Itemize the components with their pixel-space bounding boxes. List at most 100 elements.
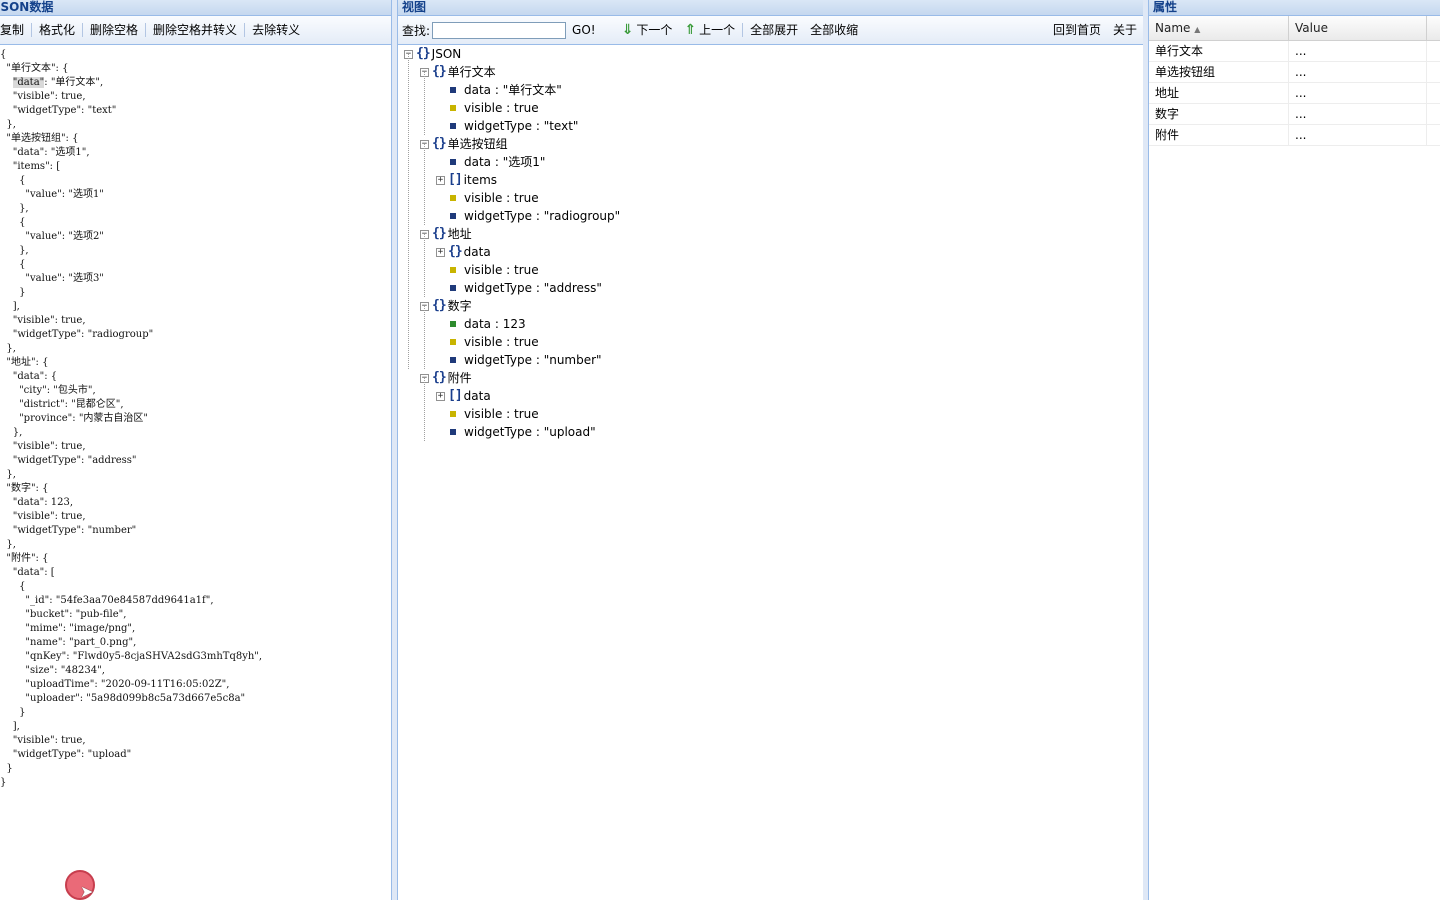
property-value[interactable]: ... bbox=[1289, 41, 1427, 61]
prev-button[interactable]: ⇑ 上一个 bbox=[678, 16, 741, 45]
tree-node[interactable]: −{} 地址 bbox=[420, 225, 472, 243]
tree-node[interactable]: −{} 单选按钮组 bbox=[420, 135, 508, 153]
value-column-header[interactable]: Value bbox=[1289, 16, 1427, 40]
property-panel: 属性 Name ▲ Value 单行文本... 单选按钮组... 地址... 数字..… bbox=[1148, 0, 1440, 900]
tree-node-label: 单行文本 bbox=[447, 65, 496, 79]
tree-node[interactable]: +[] items bbox=[436, 171, 497, 189]
tree-node[interactable]: widgetType : "radiogroup" bbox=[446, 207, 620, 225]
object-braces-icon: {} bbox=[432, 370, 447, 385]
tree-node[interactable]: widgetType : "upload" bbox=[446, 423, 596, 441]
tree-node[interactable]: visible : true bbox=[446, 99, 539, 117]
property-value[interactable]: ... bbox=[1289, 104, 1427, 124]
property-row[interactable]: 单选按钮组... bbox=[1149, 62, 1440, 83]
tree-node-label: widgetType : "upload" bbox=[464, 425, 596, 439]
code-line: "数字": { bbox=[0, 483, 49, 494]
code-line: "附件": { bbox=[0, 553, 49, 564]
property-value[interactable]: ... bbox=[1289, 62, 1427, 82]
tree-node-label: widgetType : "address" bbox=[464, 281, 602, 295]
tree-node[interactable]: −{} JSON bbox=[404, 45, 461, 63]
code-line: }, bbox=[0, 469, 16, 480]
property-row[interactable]: 地址... bbox=[1149, 83, 1440, 104]
tree-node[interactable]: widgetType : "address" bbox=[446, 279, 602, 297]
remove-spaces-button[interactable]: 删除空格 bbox=[84, 16, 144, 45]
leaf-value-icon bbox=[450, 195, 456, 201]
code-line: "visible": true, bbox=[0, 91, 86, 102]
go-button[interactable]: GO! bbox=[572, 23, 596, 37]
name-column-header[interactable]: Name ▲ bbox=[1149, 16, 1289, 40]
tree-node-label: widgetType : "text" bbox=[464, 119, 579, 133]
code-line: } bbox=[0, 777, 7, 788]
expand-all-button[interactable]: 全部展开 bbox=[744, 16, 804, 45]
leaf-value-icon bbox=[450, 321, 456, 327]
json-text-editor[interactable]: { "单行文本": { "data": "单行文本", "visible": t… bbox=[0, 45, 391, 790]
arrow-up-icon: ⇑ bbox=[684, 21, 697, 38]
property-name: 数字 bbox=[1149, 104, 1289, 124]
unescape-button[interactable]: 去除转义 bbox=[246, 16, 306, 45]
tree-node[interactable]: widgetType : "number" bbox=[446, 351, 602, 369]
tree-node[interactable]: visible : true bbox=[446, 189, 539, 207]
json-toolbar: 复制 格式化 删除空格 删除空格并转义 去除转义 bbox=[0, 16, 391, 45]
tree-node-label: data : "单行文本" bbox=[464, 83, 562, 97]
arrow-down-icon: ⇓ bbox=[621, 21, 634, 38]
tree-guide-line bbox=[424, 144, 425, 225]
tree-node[interactable]: widgetType : "text" bbox=[446, 117, 578, 135]
search-label: 查找: bbox=[402, 23, 431, 38]
tree-node[interactable]: data : 123 bbox=[446, 315, 526, 333]
property-row[interactable]: 附件... bbox=[1149, 125, 1440, 146]
tree-node[interactable]: visible : true bbox=[446, 405, 539, 423]
object-braces-icon: {} bbox=[416, 46, 431, 61]
code-line: "visible": true, bbox=[0, 735, 86, 746]
object-braces-icon: {} bbox=[432, 226, 447, 241]
collapse-all-button[interactable]: 全部收缩 bbox=[804, 16, 864, 45]
tree-node[interactable]: visible : true bbox=[446, 261, 539, 279]
search-input[interactable] bbox=[432, 21, 567, 39]
tree-node[interactable]: −{} 附件 bbox=[420, 369, 472, 387]
copy-button[interactable]: 复制 bbox=[0, 16, 30, 45]
remove-spaces-escape-button[interactable]: 删除空格并转义 bbox=[147, 16, 243, 45]
code-line: "visible": true, bbox=[0, 315, 86, 326]
property-row[interactable]: 单行文本... bbox=[1149, 41, 1440, 62]
tree-node[interactable]: visible : true bbox=[446, 333, 539, 351]
code-line: "bucket": "pub-file", bbox=[0, 609, 127, 620]
code-line: "uploader": "5a98d099b8c5a73d667e5c8a" bbox=[0, 693, 246, 704]
code-line: ], bbox=[0, 301, 20, 312]
code-line: "widgetType": "address" bbox=[0, 455, 137, 466]
code-line: } bbox=[0, 707, 26, 718]
leaf-value-icon bbox=[450, 339, 456, 345]
tree-node[interactable]: +[] data bbox=[436, 387, 491, 405]
format-button[interactable]: 格式化 bbox=[33, 16, 81, 45]
tree-node[interactable]: data : "选项1" bbox=[446, 153, 545, 171]
code-line: "uploadTime": "2020-09-11T16:05:02Z", bbox=[0, 679, 230, 690]
code-line: "地址": { bbox=[0, 357, 49, 368]
tree-node[interactable]: −{} 单行文本 bbox=[420, 63, 496, 81]
tree-node[interactable]: data : "单行文本" bbox=[446, 81, 562, 99]
expand-toggle-icon[interactable]: + bbox=[436, 247, 445, 257]
tree-guide-line bbox=[424, 378, 425, 441]
code-line: "data": 123, bbox=[0, 497, 74, 508]
code-line: "size": "48234", bbox=[0, 665, 105, 676]
object-braces-icon: {} bbox=[432, 298, 447, 313]
leaf-value-icon bbox=[450, 87, 456, 93]
tree-node-label: data bbox=[463, 245, 491, 259]
home-button[interactable]: 回到首页 bbox=[1047, 16, 1107, 45]
code-line: "value": "选项2" bbox=[0, 231, 104, 242]
property-value[interactable]: ... bbox=[1289, 83, 1427, 103]
expand-toggle-icon[interactable]: + bbox=[436, 391, 445, 401]
property-value[interactable]: ... bbox=[1289, 125, 1427, 145]
tree-node[interactable]: +{} data bbox=[436, 243, 491, 261]
code-line: { bbox=[0, 259, 26, 270]
next-button[interactable]: ⇓ 下一个 bbox=[616, 16, 679, 45]
code-line: "city": "包头市", bbox=[0, 385, 96, 396]
code-line: }, bbox=[0, 427, 23, 438]
code-line: "qnKey": "Flwd0y5-8cjaSHVA2sdG3mhTq8yh", bbox=[0, 651, 263, 662]
tree-node-label: visible : true bbox=[464, 407, 539, 421]
code-line: "name": "part_0.png", bbox=[0, 637, 137, 648]
code-line: }, bbox=[0, 343, 16, 354]
expand-toggle-icon[interactable]: + bbox=[436, 175, 445, 185]
code-line: "widgetType": "radiogroup" bbox=[0, 329, 154, 340]
tree-node[interactable]: −{} 数字 bbox=[420, 297, 472, 315]
property-row[interactable]: 数字... bbox=[1149, 104, 1440, 125]
toolbar-separator bbox=[145, 23, 147, 37]
about-button[interactable]: 关于 bbox=[1107, 16, 1143, 45]
property-name: 单选按钮组 bbox=[1149, 62, 1289, 82]
